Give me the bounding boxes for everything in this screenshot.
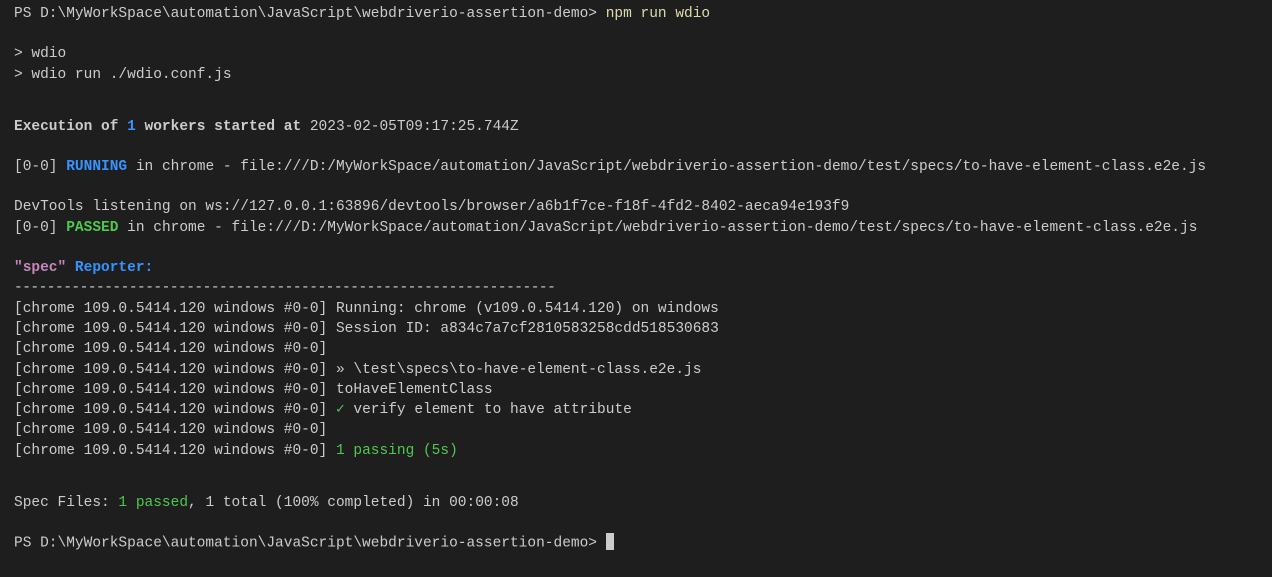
summary-passed: 1 passed [118, 495, 188, 511]
script-line-2: > wdio run ./wdio.conf.js [14, 65, 1258, 85]
browser-specfile: » \test\specs\to-have-element-class.e2e.… [327, 362, 701, 378]
browser-prefix-7: [chrome 109.0.5414.120 windows #0-0] [14, 422, 327, 438]
prompt-path: D:\MyWorkSpace\automation\JavaScript\web… [40, 6, 606, 22]
summary-line: Spec Files: 1 passed, 1 total (100% comp… [14, 493, 1258, 513]
check-indent [327, 402, 336, 418]
browser-session: Session ID: a834c7a7cf2810583258cdd51853… [327, 321, 719, 337]
browser-prefix-8: [chrome 109.0.5414.120 windows #0-0] [14, 443, 327, 459]
summary-label: Spec Files: [14, 495, 118, 511]
browser-line-empty2: [chrome 109.0.5414.120 windows #0-0] [14, 420, 1258, 440]
passed-rest: in chrome - file:///D:/MyWorkSpace/autom… [118, 220, 1197, 236]
prompt-line-2[interactable]: PS D:\MyWorkSpace\automation\JavaScript\… [14, 533, 1258, 554]
spec-label: "spec" [14, 260, 66, 276]
exec-timestamp: 2023-02-05T09:17:25.744Z [301, 119, 519, 135]
browser-prefix-1: [chrome 109.0.5414.120 windows #0-0] [14, 301, 327, 317]
exec-part2: workers started at [136, 119, 301, 135]
ps-prefix: PS [14, 6, 40, 22]
browser-line-running: [chrome 109.0.5414.120 windows #0-0] Run… [14, 299, 1258, 319]
browser-line-test: [chrome 109.0.5414.120 windows #0-0] ✓ v… [14, 400, 1258, 420]
devtools-line: DevTools listening on ws://127.0.0.1:638… [14, 197, 1258, 217]
browser-running: Running: chrome (v109.0.5414.120) on win… [327, 301, 719, 317]
running-rest: in chrome - file:///D:/MyWorkSpace/autom… [127, 159, 1206, 175]
browser-line-suite: [chrome 109.0.5414.120 windows #0-0] toH… [14, 380, 1258, 400]
ps-prefix-2: PS [14, 536, 40, 552]
browser-line-session: [chrome 109.0.5414.120 windows #0-0] Ses… [14, 319, 1258, 339]
execution-header: Execution of 1 workers started at 2023-0… [14, 117, 1258, 137]
passing-text: 1 passing (5s) [327, 443, 458, 459]
exec-part1: Execution of [14, 119, 127, 135]
command-text: npm run wdio [606, 6, 710, 22]
browser-prefix-3: [chrome 109.0.5414.120 windows #0-0] [14, 341, 327, 357]
browser-line-specfile: [chrome 109.0.5414.120 windows #0-0] » \… [14, 360, 1258, 380]
running-line: [0-0] RUNNING in chrome - file:///D:/MyW… [14, 157, 1258, 177]
passed-prefix: [0-0] [14, 220, 66, 236]
browser-suite: toHaveElementClass [327, 382, 492, 398]
reporter-header: "spec" Reporter: [14, 258, 1258, 278]
terminal-output[interactable]: PS D:\MyWorkSpace\automation\JavaScript\… [0, 0, 1272, 558]
browser-line-empty1: [chrome 109.0.5414.120 windows #0-0] [14, 339, 1258, 359]
cursor-icon [606, 533, 614, 550]
passed-status: PASSED [66, 220, 118, 236]
worker-count: 1 [127, 119, 136, 135]
dash-separator: ----------------------------------------… [14, 278, 1258, 298]
prompt-line-1: PS D:\MyWorkSpace\automation\JavaScript\… [14, 4, 1258, 24]
browser-prefix-4: [chrome 109.0.5414.120 windows #0-0] [14, 362, 327, 378]
running-status: RUNNING [66, 159, 127, 175]
browser-prefix-6: [chrome 109.0.5414.120 windows #0-0] [14, 402, 327, 418]
summary-rest: , 1 total (100% completed) in 00:00:08 [188, 495, 519, 511]
script-line-1: > wdio [14, 44, 1258, 64]
browser-prefix-2: [chrome 109.0.5414.120 windows #0-0] [14, 321, 327, 337]
running-prefix: [0-0] [14, 159, 66, 175]
reporter-label: Reporter: [66, 260, 153, 276]
checkmark-icon: ✓ [336, 402, 345, 418]
browser-prefix-5: [chrome 109.0.5414.120 windows #0-0] [14, 382, 327, 398]
browser-line-passing: [chrome 109.0.5414.120 windows #0-0] 1 p… [14, 441, 1258, 461]
passed-line: [0-0] PASSED in chrome - file:///D:/MyWo… [14, 218, 1258, 238]
prompt-path-2: D:\MyWorkSpace\automation\JavaScript\web… [40, 536, 606, 552]
test-name: verify element to have attribute [345, 402, 632, 418]
